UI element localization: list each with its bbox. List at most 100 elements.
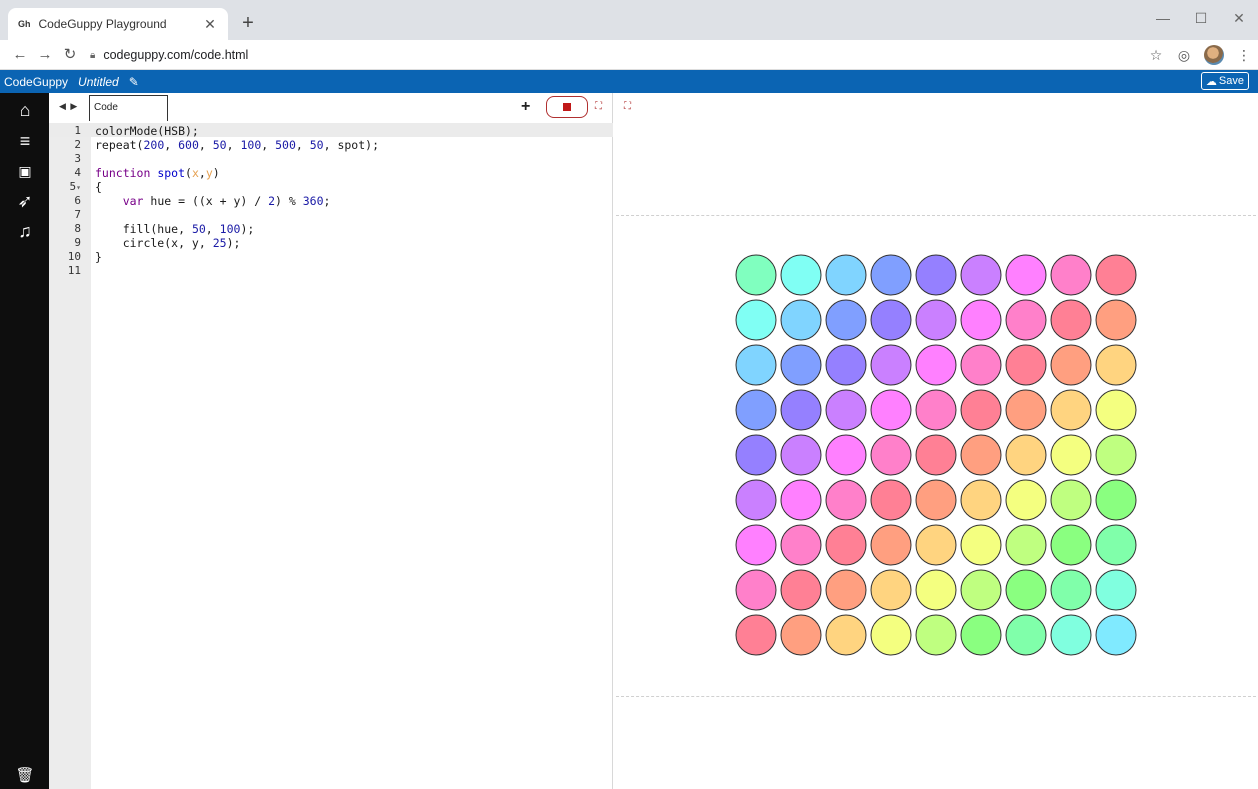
sketch-circle bbox=[825, 524, 867, 566]
sketch-circle bbox=[870, 479, 912, 521]
sketch-circle bbox=[1095, 434, 1137, 476]
code-line: function spot(x,y) bbox=[95, 166, 220, 180]
extension-icon[interactable]: ◎ bbox=[1170, 47, 1198, 64]
sketch-circle bbox=[1005, 344, 1047, 386]
sketch-circle bbox=[825, 344, 867, 386]
sketch-circle bbox=[1050, 344, 1092, 386]
sketch-circle bbox=[915, 479, 957, 521]
sketch-circle bbox=[870, 299, 912, 341]
sketch-circle bbox=[825, 569, 867, 611]
rocket-icon[interactable]: ➶ bbox=[14, 190, 36, 212]
browser-window: Gh CodeGuppy Playground ✕ + — ☐ ✕ ← → ↻ … bbox=[0, 0, 1258, 789]
sketch-circle bbox=[825, 389, 867, 431]
line-number: 5▾ bbox=[69, 180, 81, 193]
sketch-circle bbox=[780, 344, 822, 386]
code-editor-panel: ◀ ▶ Code + ⛶ 1 2 3 4 5▾ 6 7 8 9 10 11 co… bbox=[49, 93, 613, 789]
sketch-circle bbox=[735, 434, 777, 476]
tab-strip: Gh CodeGuppy Playground ✕ + — ☐ ✕ bbox=[0, 0, 1258, 40]
minimize-button[interactable]: — bbox=[1144, 0, 1182, 36]
tab-code[interactable]: Code bbox=[89, 95, 168, 121]
maximize-button[interactable]: ☐ bbox=[1182, 0, 1220, 36]
cloud-icon: ☁ bbox=[1205, 75, 1217, 88]
sketch-circle bbox=[1050, 524, 1092, 566]
add-tab-button[interactable]: + bbox=[521, 98, 530, 116]
sketch-circle bbox=[960, 479, 1002, 521]
sketch-circle bbox=[1095, 344, 1137, 386]
code-text-area[interactable]: 1 2 3 4 5▾ 6 7 8 9 10 11 colorMode(HSB);… bbox=[68, 123, 613, 789]
close-tab-icon[interactable]: ✕ bbox=[202, 16, 218, 32]
sketch-circle bbox=[780, 614, 822, 656]
sketch-circle bbox=[1095, 479, 1137, 521]
sketch-circle bbox=[960, 524, 1002, 566]
brand-name[interactable]: CodeGuppy bbox=[4, 75, 68, 89]
fold-arrow-icon[interactable]: ▾ bbox=[76, 183, 81, 192]
line-number: 4 bbox=[74, 166, 81, 179]
back-button[interactable]: ← bbox=[10, 45, 30, 65]
sketch-circle bbox=[1050, 479, 1092, 521]
sketch-circle bbox=[915, 524, 957, 566]
profile-avatar[interactable] bbox=[1204, 45, 1224, 65]
line-number: 3 bbox=[74, 152, 81, 165]
pencil-icon[interactable]: ✎ bbox=[129, 75, 139, 89]
sketch-circle bbox=[960, 299, 1002, 341]
code-line: { bbox=[95, 180, 102, 194]
sketch-circle bbox=[825, 254, 867, 296]
url-text: codeguppy.com/code.html bbox=[103, 48, 249, 62]
sketch-circle bbox=[915, 569, 957, 611]
browser-toolbar-right: ☆ ◎ ⋮ bbox=[1142, 43, 1258, 67]
sketch-circle bbox=[915, 254, 957, 296]
line-number: 6 bbox=[74, 194, 81, 207]
sketch-circle bbox=[1050, 569, 1092, 611]
line-number: 10 bbox=[67, 250, 81, 263]
menu-dots-icon[interactable]: ⋮ bbox=[1230, 47, 1258, 64]
sketch-circle bbox=[1095, 524, 1137, 566]
address-bar[interactable]: 🔒︎ codeguppy.com/code.html bbox=[90, 44, 1130, 66]
code-line: var hue = ((x + y) / 2) % 360; bbox=[122, 194, 331, 208]
close-window-button[interactable]: ✕ bbox=[1220, 0, 1258, 36]
sketch-circle bbox=[1050, 299, 1092, 341]
sketch-canvas[interactable] bbox=[616, 215, 1256, 697]
new-tab-button[interactable]: + bbox=[236, 12, 260, 36]
sketch-circle bbox=[780, 254, 822, 296]
forward-button[interactable]: → bbox=[35, 45, 55, 65]
lock-icon: 🔒︎ bbox=[90, 49, 96, 61]
codeguppy-favicon-icon: Gh bbox=[18, 19, 31, 29]
browser-tab[interactable]: Gh CodeGuppy Playground ✕ bbox=[8, 8, 228, 40]
sketch-circle bbox=[870, 524, 912, 566]
expand-canvas-icon[interactable]: ⛶ bbox=[624, 101, 631, 112]
trash-icon[interactable]: 🗑︎ bbox=[14, 765, 36, 787]
line-number: 2 bbox=[74, 138, 81, 151]
code-line: colorMode(HSB); bbox=[95, 124, 199, 138]
sketch-circle bbox=[1050, 434, 1092, 476]
sketch-circle bbox=[735, 344, 777, 386]
navigation-bar: ← → ↻ 🔒︎ codeguppy.com/code.html ☆ ◎ ⋮ bbox=[0, 40, 1258, 70]
stop-button[interactable] bbox=[546, 96, 588, 118]
sketch-circle bbox=[1005, 479, 1047, 521]
editor-toolbar: ◀ ▶ Code + ⛶ bbox=[49, 93, 613, 121]
save-label: Save bbox=[1218, 75, 1244, 87]
save-button[interactable]: ☁ Save bbox=[1200, 72, 1249, 90]
sidebar: ⌂ ≡ ▣ ➶ ♫ 🗑︎ bbox=[0, 93, 49, 789]
reload-button[interactable]: ↻ bbox=[60, 45, 80, 65]
navigate-arrows-icon[interactable]: ◀ ▶ bbox=[59, 101, 78, 112]
app-header: CodeGuppy Untitled ✎ ☁ Save bbox=[0, 70, 1258, 93]
sketch-circle bbox=[1005, 389, 1047, 431]
bookmark-star-icon[interactable]: ☆ bbox=[1142, 47, 1170, 64]
sketch-circle bbox=[1005, 524, 1047, 566]
image-icon[interactable]: ▣ bbox=[14, 160, 36, 182]
sketch-circle bbox=[1095, 254, 1137, 296]
code-line: fill(hue, 50, 100); bbox=[95, 222, 255, 236]
sketch-circle bbox=[780, 389, 822, 431]
code-line: circle(x, y, 25); bbox=[95, 236, 241, 250]
sketch-circle bbox=[915, 344, 957, 386]
line-number: 9 bbox=[74, 236, 81, 249]
sketch-circle bbox=[1005, 299, 1047, 341]
list-icon[interactable]: ≡ bbox=[14, 130, 36, 152]
sketch-circle bbox=[1005, 254, 1047, 296]
sketch-circle bbox=[960, 434, 1002, 476]
sketch-circle bbox=[870, 614, 912, 656]
music-icon[interactable]: ♫ bbox=[14, 220, 36, 242]
tab-title: CodeGuppy Playground bbox=[38, 17, 167, 31]
home-icon[interactable]: ⌂ bbox=[14, 99, 36, 121]
expand-editor-icon[interactable]: ⛶ bbox=[595, 101, 602, 112]
